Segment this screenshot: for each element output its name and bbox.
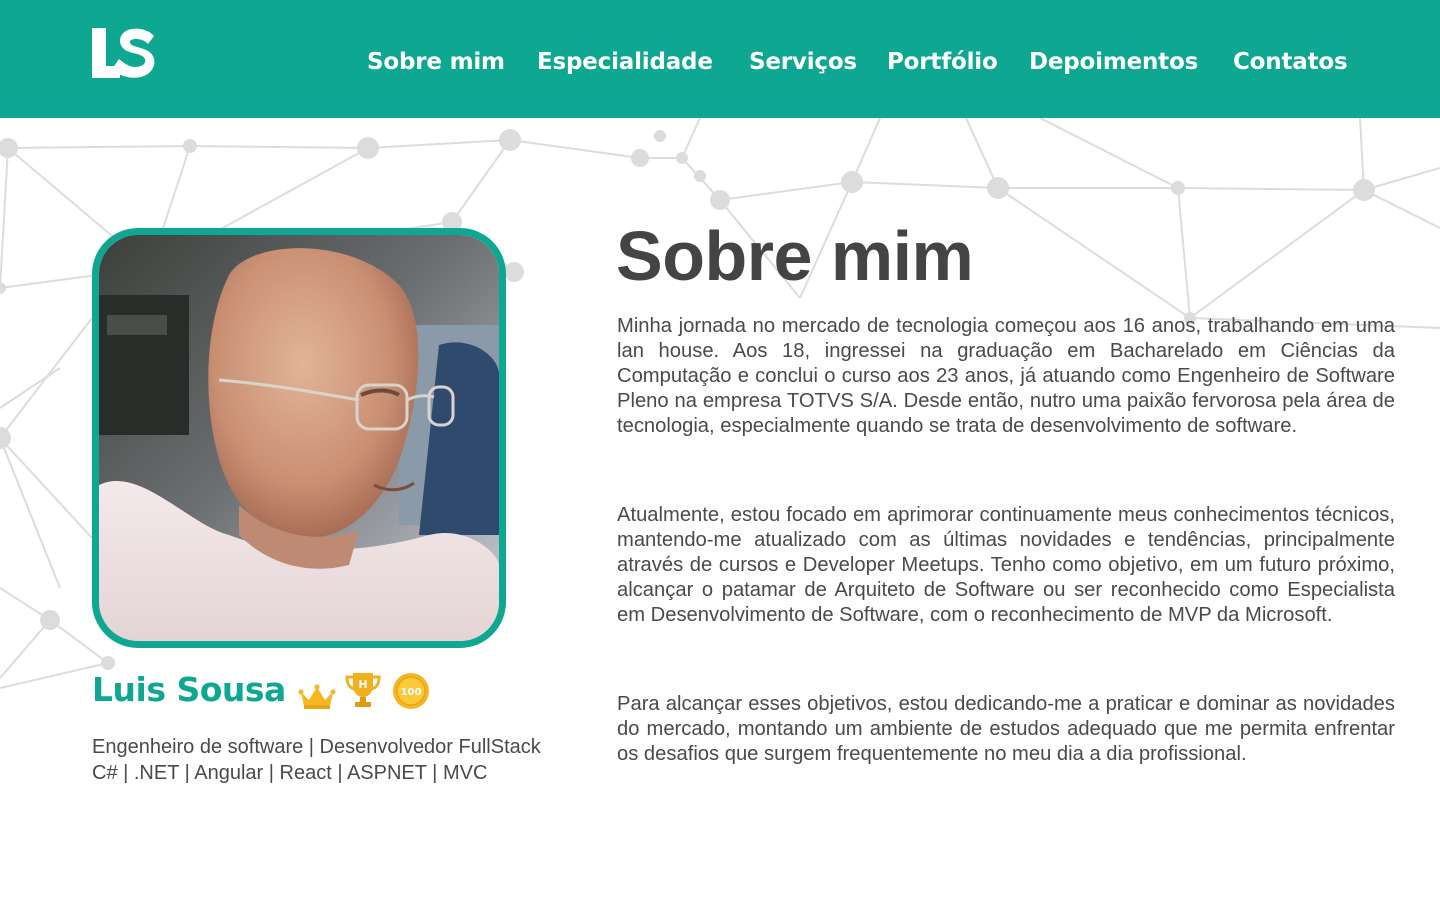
coin-100-icon: 100: [392, 672, 430, 710]
nav-especialidade[interactable]: Especialidade: [537, 45, 713, 79]
nav-contatos[interactable]: Contatos: [1233, 45, 1348, 79]
nav-servicos[interactable]: Serviços: [749, 45, 857, 79]
crown-icon: [298, 684, 336, 710]
trophy-icon: H: [344, 671, 382, 709]
about-paragraph: Minha jornada no mercado de tecnologia c…: [617, 315, 1395, 437]
nav-portfolio[interactable]: Portfólio: [887, 45, 998, 79]
profile-stack: C# | .NET | Angular | React | ASPNET | M…: [92, 762, 488, 784]
about-paragraph: Atualmente, estou focado em aprimorar co…: [617, 504, 1395, 626]
profile-photo: [92, 228, 506, 648]
coin-label: 100: [401, 687, 422, 698]
trophy-label: H: [358, 678, 367, 691]
logo-mark-icon: [92, 28, 155, 78]
profile-role: Engenheiro de software | Desenvolvedor F…: [92, 736, 541, 758]
profile-name: Luis Sousa: [92, 670, 286, 709]
site-header: Sobre mim Especialidade Serviços Portfól…: [0, 0, 1440, 118]
profile-portrait-image: [99, 235, 499, 641]
about-title: Sobre mim: [616, 217, 974, 295]
about-paragraph: Para alcançar esses objetivos, estou ded…: [617, 693, 1395, 765]
nav-sobre-mim[interactable]: Sobre mim: [367, 45, 505, 79]
nav-depoimentos[interactable]: Depoimentos: [1029, 45, 1198, 79]
logo[interactable]: [90, 26, 158, 80]
